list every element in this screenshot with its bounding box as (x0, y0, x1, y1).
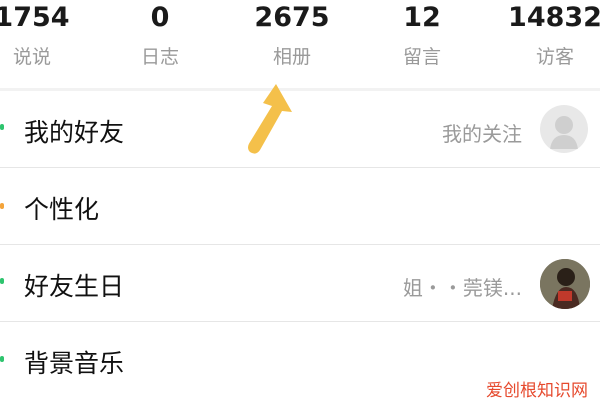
stat-number: 12 (403, 2, 441, 33)
stat-label: 相册 (272, 46, 311, 68)
stat-label: 说说 (12, 46, 51, 68)
friend-avatar (540, 259, 590, 309)
watermark: 爱创根知识网 (486, 381, 588, 401)
my-follows-label: 我的关注 (442, 122, 522, 146)
stat-label: 日志 (140, 46, 179, 68)
row-accent-mark (0, 203, 4, 209)
row-accent-mark (0, 278, 4, 284)
row-title: 我的好友 (24, 118, 125, 147)
friend-photo-icon (540, 259, 590, 309)
stats-bar: 1754 说说 0 日志 2675 相册 12 留言 14832 访客 (0, 0, 600, 88)
stat-messages[interactable]: 12 留言 (362, 0, 482, 88)
row-accent-mark (0, 124, 4, 130)
row-accent-mark (0, 356, 4, 362)
stat-number: 0 (150, 2, 170, 33)
birthday-friend-name: 姐・・莞镁... (402, 276, 522, 300)
stat-label: 访客 (535, 46, 574, 68)
row-title: 背景音乐 (24, 349, 125, 378)
stat-shuoshuo[interactable]: 1754 说说 (0, 0, 92, 88)
stat-number: 1754 (0, 2, 70, 33)
stat-number: 14832 (508, 2, 600, 33)
row-friend-birthdays[interactable]: 好友生日 姐・・莞镁... (0, 245, 600, 322)
row-my-friends[interactable]: 我的好友 我的关注 (0, 91, 600, 168)
stat-number: 2675 (254, 2, 330, 33)
row-title: 个性化 (24, 195, 100, 224)
stat-blog[interactable]: 0 日志 (100, 0, 220, 88)
stat-label: 留言 (402, 46, 441, 68)
stat-visitors[interactable]: 14832 访客 (495, 0, 600, 88)
stat-album[interactable]: 2675 相册 (232, 0, 352, 88)
row-title: 好友生日 (24, 272, 125, 301)
row-personalize[interactable]: 个性化 (0, 168, 600, 245)
default-avatar (540, 105, 588, 153)
pointing-arrow-icon (248, 84, 292, 154)
user-silhouette-icon (550, 116, 578, 149)
